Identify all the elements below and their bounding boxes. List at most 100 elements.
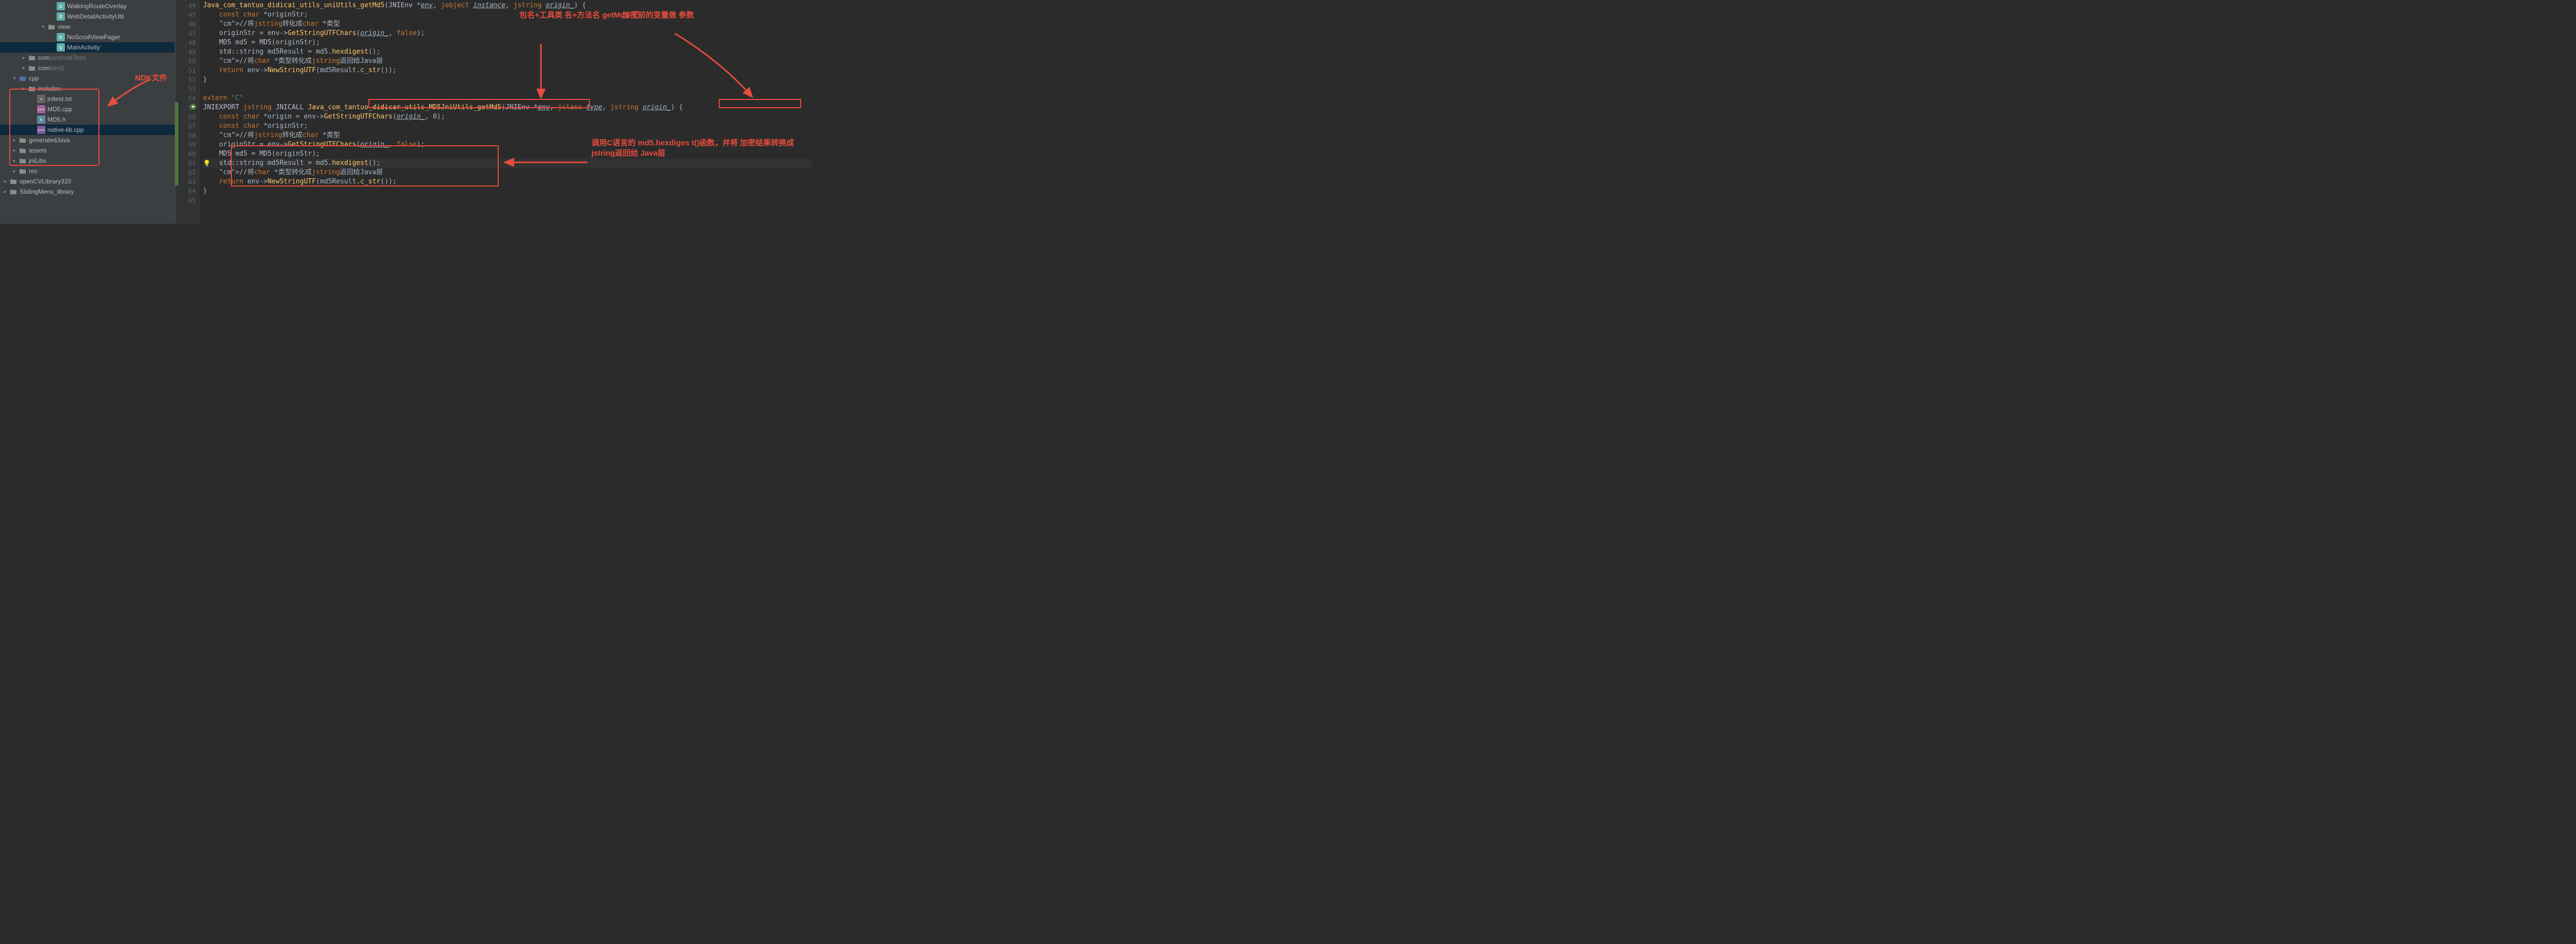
tree-arrow-icon[interactable]: ▸ xyxy=(11,148,18,154)
code-line[interactable]: return env->NewStringUTF(md5Result.c_str… xyxy=(203,66,812,75)
tree-label: MD5.cpp xyxy=(47,106,72,113)
fob-icon xyxy=(19,74,27,82)
annotation-md5-label: 调用C语言的 md5.hexdiges t()函数，并将 加密结果转换成 jst… xyxy=(591,138,812,159)
tree-item-assets[interactable]: ▸ assets xyxy=(0,145,175,156)
tree-label: com xyxy=(38,54,50,61)
tree-arrow-icon[interactable]: ▸ xyxy=(21,55,27,61)
line-number[interactable]: 52 xyxy=(175,75,196,85)
code-line[interactable]: const char *originStr; xyxy=(203,10,812,20)
line-number[interactable]: 46 xyxy=(175,20,196,29)
line-number[interactable]: 64 xyxy=(175,187,196,196)
tree-label: native-lib.cpp xyxy=(47,126,84,133)
line-number[interactable]: 49 xyxy=(175,47,196,57)
fo-icon xyxy=(47,23,56,31)
fo-icon xyxy=(19,136,27,144)
fo-icon xyxy=(9,177,18,186)
tree-item-md5-cpp[interactable]: c++MD5.cpp xyxy=(0,104,175,114)
fo-icon xyxy=(19,157,27,165)
line-number[interactable]: 59 xyxy=(175,140,196,149)
tree-arrow-icon[interactable]: ▸ xyxy=(2,189,8,195)
tree-item-slidingmenu-library[interactable]: ▸ SlidingMenu_library xyxy=(0,187,175,197)
tree-arrow-icon[interactable]: ▸ xyxy=(21,86,27,92)
tree-item-noscrollviewpager[interactable]: cNoScrollViewPager xyxy=(0,32,175,42)
tree-item-generatedjava[interactable]: ▸ generatedJava xyxy=(0,135,175,145)
project-tree[interactable]: cWalkingRouteOverlaycWebDetailActivityUt… xyxy=(0,0,175,224)
tree-label: assets xyxy=(29,147,47,154)
tree-item-com[interactable]: ▸com (test) xyxy=(0,63,175,73)
tree-suffix: (androidTest) xyxy=(50,54,86,61)
code-line[interactable]: "cm">//将char *类型转化成jstring返回给Java层 xyxy=(203,168,812,177)
line-number[interactable]: 56 xyxy=(175,112,196,122)
code-line[interactable]: MD5 md5 = MD5(originStr); xyxy=(203,38,812,47)
fo-icon xyxy=(28,64,36,72)
tree-label: cpp xyxy=(29,75,39,82)
tree-label: openCVLibrary320 xyxy=(20,178,71,185)
tree-label: NoScrollViewPager xyxy=(67,33,120,41)
code-line[interactable]: "cm">//将jstring转化成char *类型 xyxy=(203,20,812,29)
line-number[interactable]: 57 xyxy=(175,122,196,131)
tree-arrow-icon[interactable]: ▾ xyxy=(40,24,46,30)
code-line[interactable]: } xyxy=(203,75,812,85)
line-number[interactable]: 50 xyxy=(175,57,196,66)
line-number[interactable]: 53 xyxy=(175,85,196,94)
line-number[interactable]: 48 xyxy=(175,38,196,47)
tree-item-includes[interactable]: ▸includes xyxy=(0,83,175,94)
tree-item-native-lib-cpp[interactable]: c++native-lib.cpp xyxy=(0,125,175,135)
line-number[interactable]: 60 xyxy=(175,149,196,159)
intention-bulb-icon[interactable]: 💡 xyxy=(203,160,211,167)
tree-item-com[interactable]: ▸ com (androidTest) xyxy=(0,53,175,63)
annotation-text: 加密前的变量做 参数 xyxy=(622,11,694,20)
line-number[interactable]: 44 xyxy=(175,1,196,10)
tree-label: WebDetailActivityUtil xyxy=(67,13,124,20)
line-number[interactable]: 55 xyxy=(175,103,196,112)
code-line[interactable]: std::string md5Result = md5.hexdigest(); xyxy=(203,159,812,168)
tree-item-webdetailactivityutil[interactable]: cWebDetailActivityUtil xyxy=(0,11,175,22)
tree-arrow-icon[interactable]: ▸ xyxy=(11,158,18,164)
tree-arrow-icon[interactable]: ▸ xyxy=(11,168,18,174)
tree-arrow-icon[interactable]: ▸ xyxy=(21,65,27,71)
tree-label: SlidingMenu_library xyxy=(20,188,74,195)
line-number[interactable]: 63 xyxy=(175,177,196,187)
tree-item-mainactivity[interactable]: cMainActivity xyxy=(0,42,175,53)
code-line[interactable] xyxy=(203,196,812,205)
tree-item-view[interactable]: ▾ view xyxy=(0,22,175,32)
code-line[interactable]: std::string md5Result = md5.hexdigest(); xyxy=(203,47,812,57)
code-line[interactable] xyxy=(203,85,812,94)
tree-label: generatedJava xyxy=(29,137,70,144)
code-line[interactable]: } xyxy=(203,187,812,196)
code-line[interactable]: return env->NewStringUTF(md5Result.c_str… xyxy=(203,177,812,187)
annotation-ndk-label: NDK文件 xyxy=(135,73,167,83)
line-number[interactable]: 61 xyxy=(175,159,196,168)
line-number[interactable]: 51 xyxy=(175,66,196,75)
tree-item-walkingrouteoverlay[interactable]: cWalkingRouteOverlay xyxy=(0,1,175,11)
code-line[interactable]: originStr = env->GetStringUTFChars(origi… xyxy=(203,29,812,38)
code-line[interactable]: JNIEXPORT jstring JNICALL Java_com_tantu… xyxy=(203,103,812,112)
line-number[interactable]: 45 xyxy=(175,10,196,20)
tree-label: WalkingRouteOverlay xyxy=(67,3,127,10)
c-icon: c xyxy=(57,33,65,41)
tree-arrow-icon[interactable]: ▸ xyxy=(2,179,8,184)
tree-item-jnitest-txt[interactable]: ≡jnitest.txt xyxy=(0,94,175,104)
line-number[interactable]: 47 xyxy=(175,29,196,38)
line-number[interactable]: 62 xyxy=(175,168,196,177)
tree-item-res[interactable]: ▸res xyxy=(0,166,175,176)
fo-icon xyxy=(19,167,27,175)
line-number[interactable]: 65 xyxy=(175,196,196,205)
tree-arrow-icon[interactable]: ▾ xyxy=(11,76,18,81)
code-line[interactable]: "cm">//将char *类型转化成jstring返回给Java层 xyxy=(203,57,812,66)
line-number[interactable]: 54 xyxy=(175,94,196,103)
tree-arrow-icon[interactable]: ▸ xyxy=(11,138,18,143)
code-area[interactable]: Java_com_tantuo_didicai_utils_uniUtils_g… xyxy=(200,0,812,224)
line-gutter: 4445464748495051525354555657585960616263… xyxy=(175,0,200,224)
tree-label: view xyxy=(58,23,70,30)
code-line[interactable]: const char *originStr; xyxy=(203,122,812,131)
tree-item-jnilibs[interactable]: ▸jniLibs xyxy=(0,156,175,166)
tree-label: MD5.h xyxy=(47,116,65,123)
code-line[interactable]: const char *origin = env->GetStringUTFCh… xyxy=(203,112,812,122)
code-line[interactable]: Java_com_tantuo_didicai_utils_uniUtils_g… xyxy=(203,1,812,10)
code-line[interactable]: extern "C" xyxy=(203,94,812,103)
tree-item-md5-h[interactable]: hMD5.h xyxy=(0,114,175,125)
line-number[interactable]: 58 xyxy=(175,131,196,140)
code-editor[interactable]: 4445464748495051525354555657585960616263… xyxy=(175,0,812,224)
tree-item-opencvlibrary320[interactable]: ▸ openCVLibrary320 xyxy=(0,176,175,187)
